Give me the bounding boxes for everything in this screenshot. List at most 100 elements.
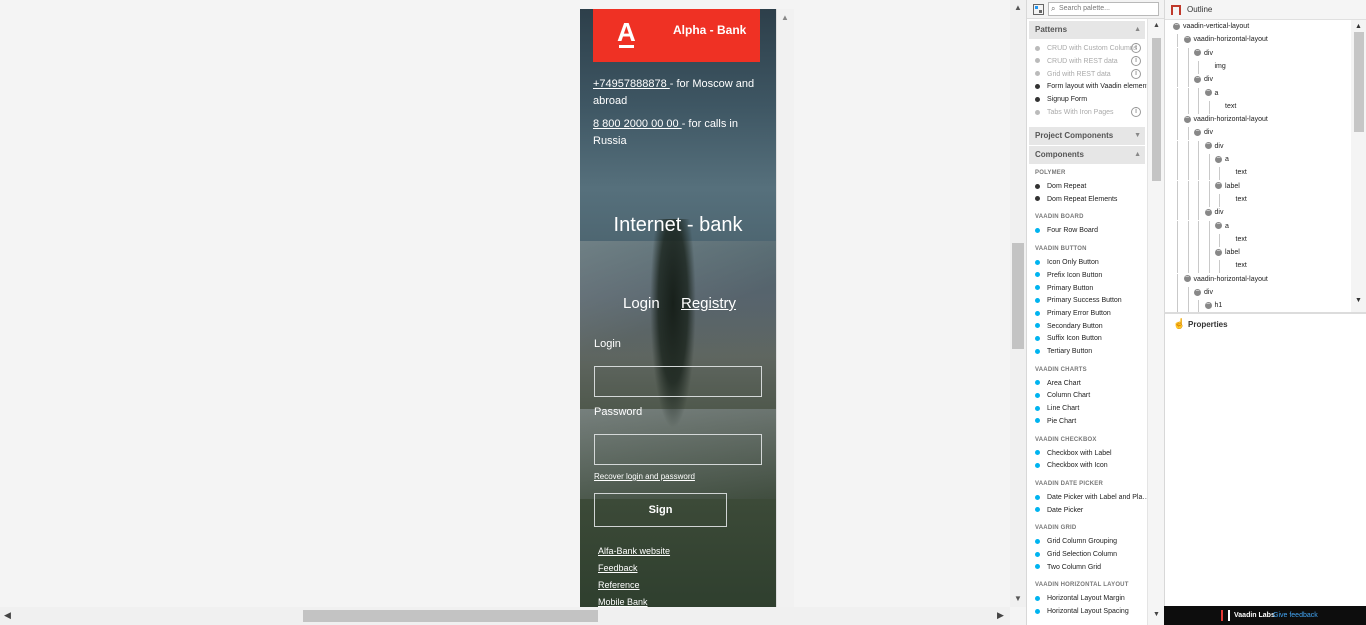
component-item[interactable]: Primary Success Button: [1035, 295, 1122, 306]
outline-node[interactable]: − vaadin-horizontal-layout: [1183, 274, 1268, 286]
footer-link-reference[interactable]: Reference: [598, 580, 640, 590]
component-item[interactable]: Prefix Icon Button: [1035, 270, 1102, 281]
footer-link-feedback[interactable]: Feedback: [598, 563, 638, 573]
canvas-vertical-scrollbar[interactable]: ▲ ▼: [1010, 0, 1026, 607]
component-item[interactable]: Pie Chart: [1035, 416, 1076, 427]
scrollbar-thumb[interactable]: [303, 610, 598, 622]
pattern-item[interactable]: Signup Form: [1035, 94, 1087, 105]
footer-link-website[interactable]: Alfa-Bank website: [598, 546, 670, 556]
project-components-header[interactable]: Project Components ▼: [1029, 127, 1145, 145]
collapse-toggle-icon[interactable]: −: [1173, 22, 1180, 30]
recover-link[interactable]: Recover login and password: [594, 472, 695, 481]
component-item[interactable]: Two Column Grid: [1035, 562, 1101, 573]
collapse-toggle-icon[interactable]: −: [1215, 155, 1222, 163]
info-icon[interactable]: i: [1131, 68, 1141, 79]
component-item[interactable]: Dom Repeat Elements: [1035, 194, 1117, 205]
scrollbar-thumb[interactable]: [1152, 38, 1161, 181]
component-item[interactable]: Line Chart: [1035, 403, 1079, 414]
scroll-left-icon[interactable]: ◀: [4, 610, 11, 621]
pattern-item[interactable]: CRUD with Custom Columns i: [1035, 43, 1141, 54]
outline-node[interactable]: − vaadin-horizontal-layout: [1183, 34, 1268, 46]
pattern-item[interactable]: Grid with REST data i: [1035, 68, 1141, 80]
outline-node[interactable]: − a: [1215, 154, 1229, 166]
component-item[interactable]: Tertiary Button: [1035, 346, 1092, 357]
palette-grid-icon[interactable]: [1033, 4, 1044, 15]
component-item[interactable]: Suffix Icon Button: [1035, 333, 1102, 344]
device-scrollbar[interactable]: ▲: [776, 9, 794, 607]
scroll-down-icon[interactable]: ▼: [1355, 297, 1362, 304]
outline-node[interactable]: text: [1236, 234, 1247, 246]
outline-node[interactable]: − div: [1204, 207, 1223, 219]
info-icon[interactable]: i: [1131, 107, 1141, 117]
patterns-header[interactable]: Patterns ▲: [1029, 21, 1145, 39]
component-item[interactable]: Checkbox with Label: [1035, 448, 1112, 459]
outline-node[interactable]: − div: [1194, 287, 1213, 299]
pattern-item[interactable]: Form layout with Vaadin elements: [1035, 81, 1152, 92]
collapse-toggle-icon[interactable]: −: [1194, 75, 1201, 83]
component-item[interactable]: Date Picker: [1035, 505, 1083, 516]
outline-node[interactable]: − h1: [1204, 300, 1222, 312]
component-item[interactable]: Four Row Board: [1035, 225, 1098, 236]
scroll-down-icon[interactable]: ▼: [1153, 611, 1160, 618]
tab-login[interactable]: Login: [623, 295, 660, 312]
design-canvas[interactable]: А Alpha - Bank +74957888878 - for Moscow…: [0, 0, 1026, 625]
footer-link-mobile-bank[interactable]: Mobile Bank: [598, 597, 648, 607]
collapse-toggle-icon[interactable]: −: [1194, 288, 1201, 296]
canvas-horizontal-scrollbar[interactable]: ◀ ▶: [0, 607, 1010, 625]
palette-scrollbar[interactable]: ▲ ▼: [1147, 19, 1164, 625]
scroll-up-icon[interactable]: ▲: [1153, 22, 1160, 29]
outline-node[interactable]: − vaadin-vertical-layout: [1173, 21, 1249, 33]
outline-node[interactable]: − vaadin-horizontal-layout: [1183, 114, 1268, 126]
password-input[interactable]: [594, 434, 762, 465]
pattern-item[interactable]: Tabs With Iron Pages i: [1035, 107, 1141, 118]
collapse-icon[interactable]: ▲: [1134, 21, 1141, 39]
collapse-toggle-icon[interactable]: −: [1204, 301, 1212, 309]
outline-node[interactable]: text: [1236, 194, 1247, 206]
component-item[interactable]: Primary Error Button: [1035, 308, 1111, 319]
collapse-toggle-icon[interactable]: −: [1194, 128, 1201, 137]
component-item[interactable]: Horizontal Layout Spacing: [1035, 606, 1129, 617]
outline-node[interactable]: − div: [1194, 127, 1213, 139]
collapse-toggle-icon[interactable]: −: [1183, 115, 1191, 123]
scrollbar-thumb[interactable]: [1354, 32, 1364, 132]
pattern-item[interactable]: CRUD with REST data i: [1035, 55, 1141, 67]
outline-node[interactable]: − div: [1194, 48, 1213, 60]
outline-node[interactable]: − a: [1204, 88, 1218, 100]
phone-moscow-link[interactable]: +74957888878: [593, 78, 670, 90]
scrollbar-thumb[interactable]: [1012, 243, 1024, 349]
collapse-toggle-icon[interactable]: −: [1194, 48, 1201, 57]
component-item[interactable]: Grid Selection Column: [1035, 549, 1117, 560]
collapse-toggle-icon[interactable]: −: [1215, 181, 1222, 190]
collapse-toggle-icon[interactable]: −: [1183, 274, 1191, 283]
outline-node[interactable]: text: [1236, 260, 1247, 272]
component-item[interactable]: Grid Column Grouping: [1035, 536, 1117, 547]
bank-logo-banner[interactable]: А Alpha - Bank: [593, 9, 760, 62]
collapse-toggle-icon[interactable]: −: [1204, 88, 1212, 97]
scroll-up-icon[interactable]: ▲: [1355, 23, 1362, 30]
outline-node[interactable]: text: [1225, 101, 1236, 113]
collapse-toggle-icon[interactable]: −: [1183, 35, 1191, 43]
outline-node[interactable]: − label: [1215, 181, 1240, 193]
give-feedback-link[interactable]: Give feedback: [1273, 606, 1318, 625]
components-header[interactable]: Components ▲: [1029, 146, 1145, 164]
collapse-toggle-icon[interactable]: −: [1204, 141, 1212, 150]
scroll-up-icon[interactable]: ▲: [781, 13, 789, 22]
info-icon[interactable]: i: [1131, 43, 1141, 53]
outline-scrollbar[interactable]: ▲ ▼: [1351, 20, 1366, 312]
component-item[interactable]: Checkbox with Icon: [1035, 460, 1108, 471]
outline-node[interactable]: text: [1236, 167, 1247, 179]
collapse-toggle-icon[interactable]: −: [1215, 248, 1222, 256]
collapse-toggle-icon[interactable]: −: [1204, 208, 1212, 216]
component-item[interactable]: Horizontal Layout Margin: [1035, 593, 1125, 604]
outline-node[interactable]: − a: [1215, 221, 1229, 233]
collapse-toggle-icon[interactable]: −: [1215, 221, 1222, 230]
phone-russia-link[interactable]: 8 800 2000 00 00: [593, 118, 682, 130]
component-item[interactable]: Secondary Button: [1035, 321, 1103, 332]
component-item[interactable]: Icon Only Button: [1035, 257, 1099, 268]
scroll-down-icon[interactable]: ▼: [1014, 594, 1022, 603]
expand-icon[interactable]: ▼: [1134, 127, 1141, 145]
component-item[interactable]: Column Chart: [1035, 390, 1090, 401]
collapse-icon[interactable]: ▲: [1134, 146, 1141, 164]
login-input[interactable]: [594, 366, 762, 397]
scroll-up-icon[interactable]: ▲: [1014, 3, 1022, 12]
